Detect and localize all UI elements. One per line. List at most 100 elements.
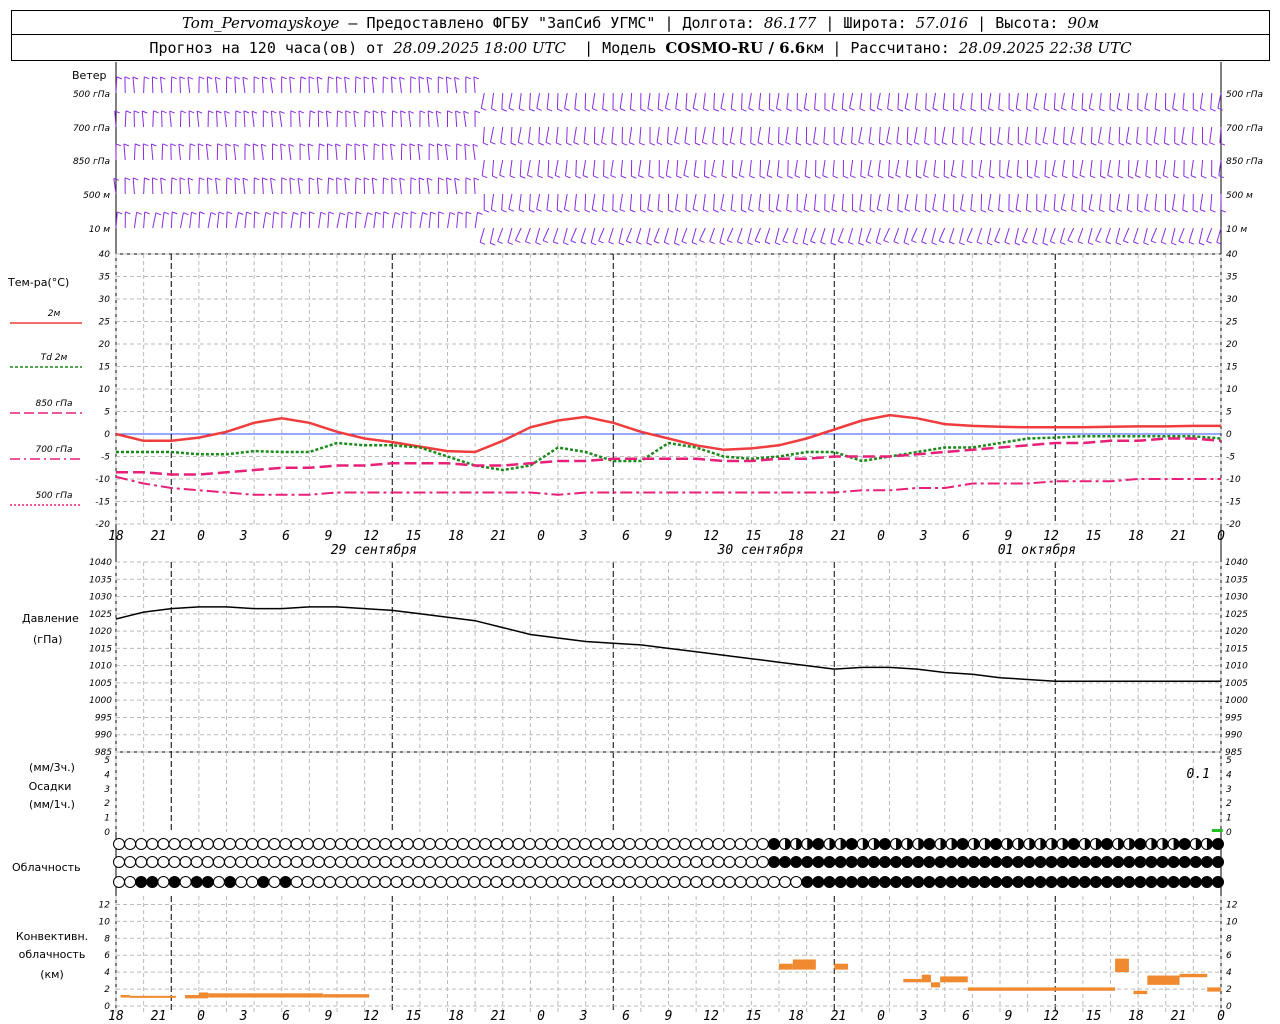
wind-barb xyxy=(794,159,798,176)
pressure-tick-label: 1020 xyxy=(89,627,112,637)
wind-barb xyxy=(1118,126,1121,144)
wind-barb-flag xyxy=(449,211,456,215)
wind-barb-flag xyxy=(1026,209,1032,213)
cloud-circle xyxy=(157,876,170,888)
wind-barb-flag xyxy=(226,211,233,215)
cloud-circle xyxy=(224,838,237,850)
wind-barb-flag xyxy=(477,211,483,215)
wind-barb-flag xyxy=(887,209,893,213)
wind-barb xyxy=(344,177,347,195)
wind-barb-flag xyxy=(997,142,1003,146)
wind-barb-flag xyxy=(768,142,774,146)
wind-barb xyxy=(552,227,559,242)
wind-barb-flag xyxy=(1172,108,1178,112)
cloud-circle xyxy=(690,838,703,850)
wind-barb xyxy=(446,177,448,195)
wind-barb-flag xyxy=(602,209,608,213)
wind-barb-flag xyxy=(252,143,259,147)
precip-title: Осадки xyxy=(29,780,72,793)
wind-barb xyxy=(1071,92,1075,109)
wind-barb xyxy=(482,126,485,144)
wind-barb-flag xyxy=(575,175,581,179)
wind-barb-flag xyxy=(1143,242,1149,246)
wind-barb xyxy=(517,126,522,143)
wind-barb-flag xyxy=(584,209,591,213)
cloud-circle xyxy=(135,838,148,850)
wind-barb-flag xyxy=(1174,142,1180,146)
wind-barb-flag xyxy=(1107,174,1113,178)
wind-barb-flag xyxy=(806,142,812,146)
wind-barb xyxy=(133,143,136,161)
cloud-circle xyxy=(412,876,425,888)
cloud-circle xyxy=(434,838,447,850)
wind-barb-flag xyxy=(289,177,296,181)
wind-barb xyxy=(619,92,623,109)
wind-barb-flag xyxy=(327,143,333,147)
wind-barb-flag xyxy=(183,212,189,216)
wind-barb-flag xyxy=(355,76,362,80)
wind-barb xyxy=(875,227,881,243)
wind-barb-flag xyxy=(207,76,213,80)
wind-barb-flag xyxy=(619,209,626,213)
wind-barb xyxy=(758,193,762,210)
cloud-circle xyxy=(190,876,203,888)
wind-barb-flag xyxy=(1173,175,1179,179)
wind-barb-flag xyxy=(1146,142,1153,146)
wind-barb-flag xyxy=(883,239,889,243)
wind-barb-flag xyxy=(792,241,799,245)
wind-barb-flag xyxy=(838,240,844,244)
x-tick-label: 6 xyxy=(622,529,630,544)
cloud-circle xyxy=(1212,838,1224,850)
wind-barb xyxy=(508,92,513,109)
cloud-circle xyxy=(212,838,225,850)
cloud-circle xyxy=(545,838,558,850)
wind-barb-flag xyxy=(630,108,636,112)
wind-barb-flag xyxy=(135,143,141,147)
pressure-tick-label-right: 1030 xyxy=(1225,593,1248,603)
wind-barb xyxy=(591,193,596,210)
conv-bar xyxy=(903,978,922,983)
cloud-circle xyxy=(779,876,792,888)
temp-tick-label-right: 40 xyxy=(1226,250,1238,260)
cloud-circle xyxy=(801,856,814,868)
cloud-circle xyxy=(989,876,1002,888)
wind-barb-flag xyxy=(980,209,987,213)
wind-barb xyxy=(924,126,927,143)
wind-barb-flag xyxy=(943,175,950,179)
wind-barb-flag xyxy=(429,143,435,147)
cloud-circle xyxy=(457,838,470,850)
wind-barb-flag xyxy=(1008,209,1015,213)
wind-barb-flag xyxy=(574,108,581,112)
cloud-circle xyxy=(1034,876,1047,888)
x-tick-label: 21 xyxy=(491,529,507,544)
cloud-circle xyxy=(956,856,969,868)
wind-barb xyxy=(925,92,927,110)
x-tick-label: 12 xyxy=(703,529,719,544)
wind-barb xyxy=(1089,159,1093,176)
wind-barb-flag xyxy=(419,110,426,114)
temp-tick-label-right: -10 xyxy=(1226,475,1241,485)
wind-barb xyxy=(479,227,485,243)
wind-barb-flag xyxy=(246,211,252,215)
wind-barb-flag xyxy=(553,241,559,245)
cloud-circle xyxy=(934,876,947,888)
wind-barb xyxy=(933,159,937,176)
wind-barb xyxy=(214,77,218,94)
wind-barb xyxy=(647,92,651,109)
wind-barb xyxy=(1133,227,1139,243)
wind-level-label: 500 гПа xyxy=(73,90,110,100)
wind-barb xyxy=(234,76,237,94)
wind-barb-flag xyxy=(363,177,370,181)
wind-barb-flag xyxy=(693,107,699,111)
wind-barb-flag xyxy=(573,142,579,145)
wind-barb-flag xyxy=(1016,175,1023,179)
wind-barb-flag xyxy=(466,211,472,215)
cloud-circle xyxy=(1056,856,1069,868)
cloud-circle xyxy=(890,856,903,868)
wind-barb-flag xyxy=(426,76,433,80)
wind-barb xyxy=(1163,126,1167,144)
wind-barb xyxy=(152,212,157,229)
wind-barb-flag xyxy=(422,212,428,215)
cloud-circle xyxy=(656,876,669,888)
wind-barb xyxy=(987,193,992,210)
